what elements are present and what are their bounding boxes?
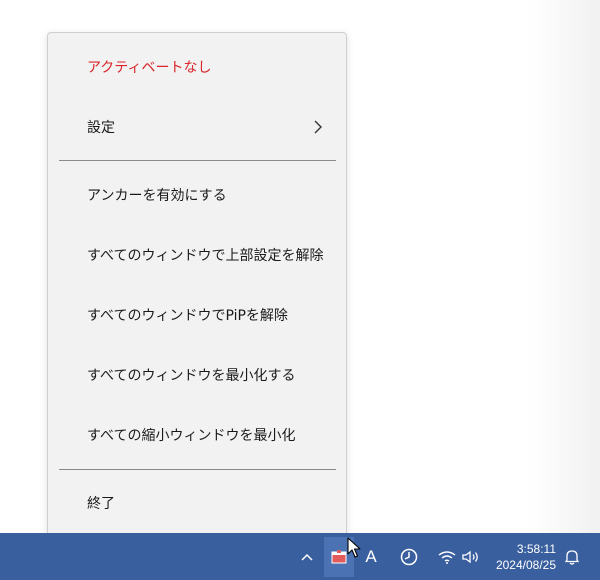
chevron-right-icon	[314, 120, 322, 134]
clock-time[interactable]: 3:58:11	[517, 542, 556, 556]
menu-item-label: 設定	[87, 120, 115, 136]
menu-item-release-topmost-all[interactable]: すべてのウィンドウで上部設定を解除	[48, 235, 346, 275]
menu-item-release-pip-all[interactable]: すべてのウィンドウでPiPを解除	[48, 295, 346, 335]
menu-item-label: すべてのウィンドウを最小化する	[87, 368, 296, 384]
menu-item-label: 終了	[87, 496, 115, 512]
menu-separator	[59, 160, 336, 161]
speaker-icon[interactable]	[460, 547, 482, 567]
chevron-up-icon[interactable]	[298, 548, 316, 566]
menu-item-activate-none[interactable]: アクティベートなし	[48, 47, 346, 87]
menu-item-enable-anchor[interactable]: アンカーを有効にする	[48, 175, 346, 215]
menu-item-label: すべての縮小ウィンドウを最小化	[87, 428, 296, 444]
menu-item-label: すべてのウィンドウでPiPを解除	[87, 308, 288, 324]
menu-item-label: アクティベートなし	[87, 60, 212, 76]
menu-item-settings[interactable]: 設定	[48, 107, 346, 147]
clock-app-icon[interactable]	[398, 546, 420, 568]
menu-item-label: アンカーを有効にする	[87, 188, 227, 204]
menu-item-exit[interactable]: 終了	[48, 483, 346, 523]
mouse-cursor-icon	[347, 537, 361, 558]
notification-bell-icon[interactable]	[562, 547, 582, 567]
menu-separator	[59, 469, 336, 470]
ime-mode-icon[interactable]: A	[361, 545, 381, 569]
context-menu: アクティベートなし 設定 アンカーを有効にする すべてのウィンドウで上部設定を解…	[47, 32, 347, 537]
menu-item-minimize-all[interactable]: すべてのウィンドウを最小化する	[48, 355, 346, 395]
menu-item-minimize-shrunk-windows[interactable]: すべての縮小ウィンドウを最小化	[48, 415, 346, 455]
wifi-icon[interactable]	[437, 547, 457, 567]
menu-item-label: すべてのウィンドウで上部設定を解除	[87, 248, 324, 264]
ime-mode-label: A	[365, 547, 377, 566]
taskbar: A 3:58:11 2024/08/25	[0, 533, 600, 580]
clock-date[interactable]: 2024/08/25	[496, 558, 556, 572]
